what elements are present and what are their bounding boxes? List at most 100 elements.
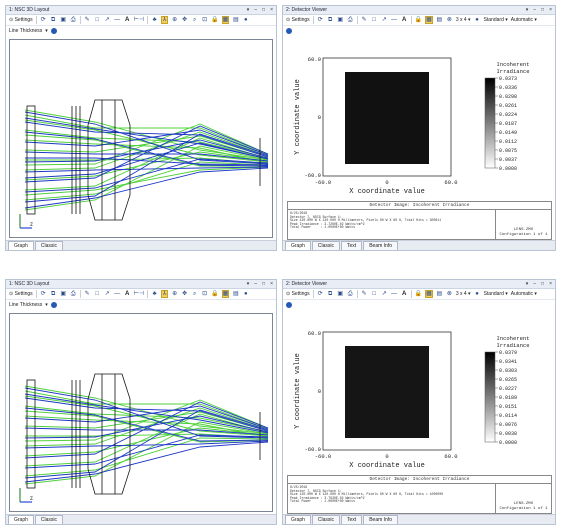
maximize-icon[interactable]: □	[541, 281, 544, 287]
settings-button[interactable]: ⊙ Settings	[9, 16, 33, 24]
dropdown-icon[interactable]: ▾	[526, 7, 529, 13]
grid-icon[interactable]: ▦	[221, 16, 230, 24]
rectangle-icon[interactable]: □	[371, 290, 378, 298]
maximize-icon[interactable]: □	[262, 7, 265, 13]
fit-icon[interactable]: ⊡	[201, 16, 208, 24]
dropdown-icon[interactable]: ▾	[247, 7, 250, 13]
grid-size-dropdown[interactable]: 3 x 4 ▾	[456, 16, 471, 24]
layers-icon[interactable]: ▤	[436, 290, 443, 298]
pencil-icon[interactable]: ✎	[84, 290, 91, 298]
text-icon[interactable]: A	[401, 16, 408, 24]
info-icon[interactable]	[286, 301, 292, 308]
rotate-icon[interactable]: ⅄	[161, 16, 169, 24]
help-icon[interactable]: ●	[474, 290, 481, 298]
pencil-icon[interactable]: ✎	[361, 16, 368, 24]
detector-plot-area[interactable]: 60.0 0 -60.0 -60.0 0 60.0 X coordinate v…	[285, 312, 553, 472]
line-thickness-dropdown[interactable]: Line Thickness	[9, 28, 42, 34]
tab-beam-info[interactable]: Beam Info	[363, 241, 398, 250]
info-icon[interactable]	[50, 27, 57, 34]
minimize-icon[interactable]: –	[533, 7, 536, 13]
help-icon[interactable]: ●	[242, 16, 249, 24]
standard-dropdown[interactable]: Standard ▾	[484, 16, 508, 24]
grid-icon[interactable]: ▦	[425, 16, 433, 24]
close-icon[interactable]: ×	[549, 7, 552, 13]
save-icon[interactable]: ▣	[337, 16, 344, 24]
tab-graph[interactable]: Graph	[285, 241, 311, 250]
automatic-dropdown[interactable]: Automatic ▾	[511, 290, 537, 298]
dimension-icon[interactable]: ⊢⊣	[134, 16, 144, 24]
grid-icon[interactable]: ▦	[425, 290, 433, 298]
arrow-icon[interactable]: ↗	[104, 16, 111, 24]
refresh-icon[interactable]: ⟳	[40, 16, 47, 24]
close-icon[interactable]: ×	[270, 7, 273, 13]
lock-icon[interactable]: 🔒	[211, 290, 218, 298]
close-icon[interactable]: ×	[549, 281, 552, 287]
tab-text[interactable]: Text	[341, 515, 363, 524]
text-icon[interactable]: A	[401, 290, 408, 298]
print-icon[interactable]: ⎙	[70, 290, 77, 298]
text-icon[interactable]: A	[124, 16, 131, 24]
print-icon[interactable]: ⎙	[70, 16, 77, 24]
settings-button[interactable]: ⊙ Settings	[9, 290, 33, 298]
copy-icon[interactable]: ⧉	[327, 16, 334, 24]
layers-icon[interactable]: ▤	[232, 16, 239, 24]
pencil-icon[interactable]: ✎	[361, 290, 368, 298]
pan-icon[interactable]: ✥	[181, 16, 188, 24]
minimize-icon[interactable]: –	[254, 7, 257, 13]
tab-text[interactable]: Text	[341, 241, 363, 250]
print-icon[interactable]: ⎙	[347, 16, 354, 24]
tab-beam-info[interactable]: Beam Info	[363, 515, 398, 524]
lock-icon[interactable]: 🔒	[415, 290, 422, 298]
tab-graph[interactable]: Graph	[8, 515, 34, 524]
rectangle-icon[interactable]: □	[94, 16, 101, 24]
info-icon[interactable]	[286, 27, 292, 34]
dropdown-icon[interactable]: ▾	[247, 281, 250, 287]
copy-icon[interactable]: ⧉	[50, 16, 57, 24]
color-icon[interactable]: ♣	[151, 16, 158, 24]
maximize-icon[interactable]: □	[262, 281, 265, 287]
detector-plot-area[interactable]: 60.0 0 -60.0 -60.0 0 60.0 X coordinate v…	[285, 38, 553, 198]
info-icon[interactable]	[50, 301, 57, 308]
copy-icon[interactable]: ⧉	[327, 290, 334, 298]
print-icon[interactable]: ⎙	[347, 290, 354, 298]
refresh-icon[interactable]: ⟳	[317, 16, 324, 24]
layout-canvas[interactable]: z	[9, 313, 273, 512]
rotate-icon[interactable]: ⅄	[161, 290, 169, 298]
save-icon[interactable]: ▣	[337, 290, 344, 298]
lock-icon[interactable]: 🔒	[211, 16, 218, 24]
maximize-icon[interactable]: □	[541, 7, 544, 13]
arrow-icon[interactable]: ↗	[381, 290, 388, 298]
refresh-icon[interactable]: ⟳	[317, 290, 324, 298]
copy-icon[interactable]: ⧉	[50, 290, 57, 298]
help-icon[interactable]: ●	[242, 290, 249, 298]
search-icon[interactable]: ⌕	[191, 290, 198, 298]
line-thickness-dropdown[interactable]: Line Thickness	[9, 302, 42, 308]
settings-button[interactable]: ⊙ Settings	[286, 16, 310, 24]
layout-icon[interactable]: ⊗	[446, 290, 453, 298]
settings-button[interactable]: ⊙ Settings	[286, 290, 310, 298]
save-icon[interactable]: ▣	[60, 290, 67, 298]
zoom-icon[interactable]: ⊕	[171, 290, 178, 298]
fit-icon[interactable]: ⊡	[201, 290, 208, 298]
automatic-dropdown[interactable]: Automatic ▾	[511, 16, 537, 24]
tab-classic[interactable]: Classic	[34, 241, 64, 250]
arrow-icon[interactable]: ↗	[381, 16, 388, 24]
layers-icon[interactable]: ▤	[232, 290, 239, 298]
line-icon[interactable]: —	[391, 290, 398, 298]
minimize-icon[interactable]: –	[254, 281, 257, 287]
pencil-icon[interactable]: ✎	[84, 16, 91, 24]
search-icon[interactable]: ⌕	[191, 16, 198, 24]
help-icon[interactable]: ●	[474, 16, 481, 24]
standard-dropdown[interactable]: Standard ▾	[484, 290, 508, 298]
line-icon[interactable]: —	[391, 16, 398, 24]
arrow-icon[interactable]: ↗	[104, 290, 111, 298]
dimension-icon[interactable]: ⊢⊣	[134, 290, 144, 298]
chevron-down-icon[interactable]: ▾	[45, 28, 48, 34]
chevron-down-icon[interactable]: ▾	[45, 302, 48, 308]
text-icon[interactable]: A	[124, 290, 131, 298]
line-icon[interactable]: —	[114, 290, 121, 298]
pan-icon[interactable]: ✥	[181, 290, 188, 298]
tab-graph[interactable]: Graph	[8, 241, 34, 250]
save-icon[interactable]: ▣	[60, 16, 67, 24]
rectangle-icon[interactable]: □	[371, 16, 378, 24]
